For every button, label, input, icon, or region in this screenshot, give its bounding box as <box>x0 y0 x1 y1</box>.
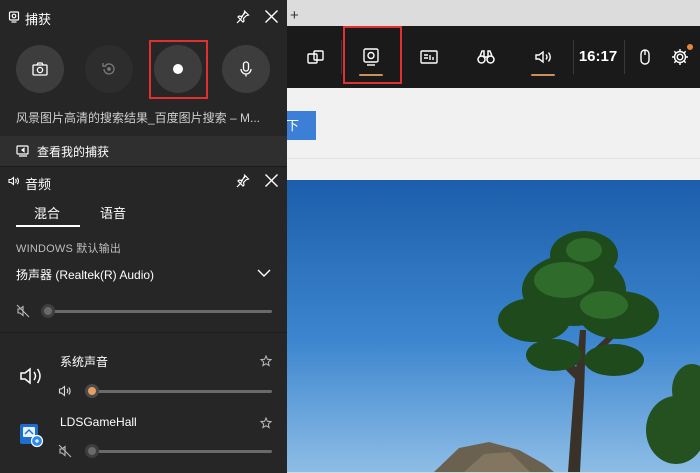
pin-icon[interactable] <box>235 173 250 188</box>
separator <box>341 40 342 74</box>
app-name-ldsgamehall: LDSGameHall <box>60 415 137 429</box>
close-icon[interactable] <box>264 9 279 24</box>
master-volume-track[interactable] <box>48 310 272 313</box>
master-volume-thumb[interactable] <box>41 304 55 318</box>
new-tab-button[interactable]: + <box>290 8 299 23</box>
capture-panel-header: 捕获 <box>0 0 287 34</box>
ldsgamehall-volume-thumb[interactable] <box>85 444 99 458</box>
active-tab-indicator <box>16 225 80 227</box>
show-all-captures-link[interactable]: 查看我的捕获 <box>0 136 287 166</box>
speaker-icon[interactable] <box>58 384 72 398</box>
audio-panel-title: 音频 <box>25 177 52 192</box>
star-icon[interactable] <box>260 417 272 429</box>
landscape-photo <box>284 180 700 472</box>
system-sounds-volume-track[interactable] <box>92 390 272 393</box>
camera-icon <box>32 62 48 76</box>
tab-voice[interactable]: 语音 <box>100 203 126 222</box>
app-divider <box>0 332 287 333</box>
page-divider <box>284 158 700 159</box>
microphone-icon <box>240 61 252 77</box>
active-indicator <box>531 74 555 76</box>
speaker-muted-icon[interactable] <box>58 444 72 458</box>
speaker-icon <box>20 367 41 385</box>
screenshot-button[interactable] <box>16 45 64 93</box>
tab-mix[interactable]: 混合 <box>34 203 60 222</box>
lfg-widget-button[interactable] <box>462 26 510 88</box>
pin-icon[interactable] <box>235 9 250 24</box>
speaker-icon <box>535 50 551 64</box>
microphone-button[interactable] <box>222 45 270 93</box>
gear-icon <box>672 49 688 65</box>
record-last-icon <box>102 63 115 75</box>
ldsgamehall-volume-track[interactable] <box>92 450 272 453</box>
speaker-muted-icon[interactable] <box>16 304 30 318</box>
record-last-button[interactable] <box>85 45 133 93</box>
search-button[interactable]: 下 <box>284 111 316 140</box>
capture-panel: 捕获 风景图片高清的搜索结果_百度图片搜索 – M... 查看我的捕获 <box>0 0 287 166</box>
close-icon[interactable] <box>264 173 279 188</box>
widget-menu-icon <box>307 50 324 64</box>
clock: 16:17 <box>578 48 618 65</box>
audio-widget-button[interactable] <box>519 26 567 88</box>
highlight-record-button <box>149 40 208 99</box>
output-device-select[interactable]: 扬声器 (Realtek(R) Audio) <box>16 266 154 283</box>
gallery-icon <box>16 145 29 157</box>
performance-icon <box>420 50 438 64</box>
audio-panel-header: 音频 <box>0 167 287 195</box>
system-sounds-volume-thumb[interactable] <box>85 384 99 398</box>
separator <box>573 40 574 74</box>
binoculars-icon <box>477 50 495 64</box>
highlight-capture-widget <box>343 26 402 84</box>
settings-button[interactable] <box>656 26 700 88</box>
active-game-name: 风景图片高清的搜索结果_百度图片搜索 – M... <box>16 111 261 125</box>
performance-widget-button[interactable] <box>405 26 453 88</box>
audio-panel: 音频 混合 语音 WINDOWS 默认输出 扬声器 (Realtek(R) Au… <box>0 166 287 473</box>
webcam-capture-icon <box>8 11 20 23</box>
speaker-icon <box>8 176 20 186</box>
widget-menu-button[interactable] <box>292 26 340 88</box>
default-output-label: WINDOWS 默认输出 <box>16 243 122 255</box>
app-name-system-sounds: 系统声音 <box>60 355 109 369</box>
capture-panel-title: 捕获 <box>25 12 52 27</box>
notification-dot <box>687 44 693 50</box>
show-captures-label: 查看我的捕获 <box>37 145 110 159</box>
chevron-down-icon[interactable] <box>256 267 272 279</box>
game-hall-icon <box>20 424 44 448</box>
mouse-icon <box>640 49 650 65</box>
star-icon[interactable] <box>260 355 272 367</box>
